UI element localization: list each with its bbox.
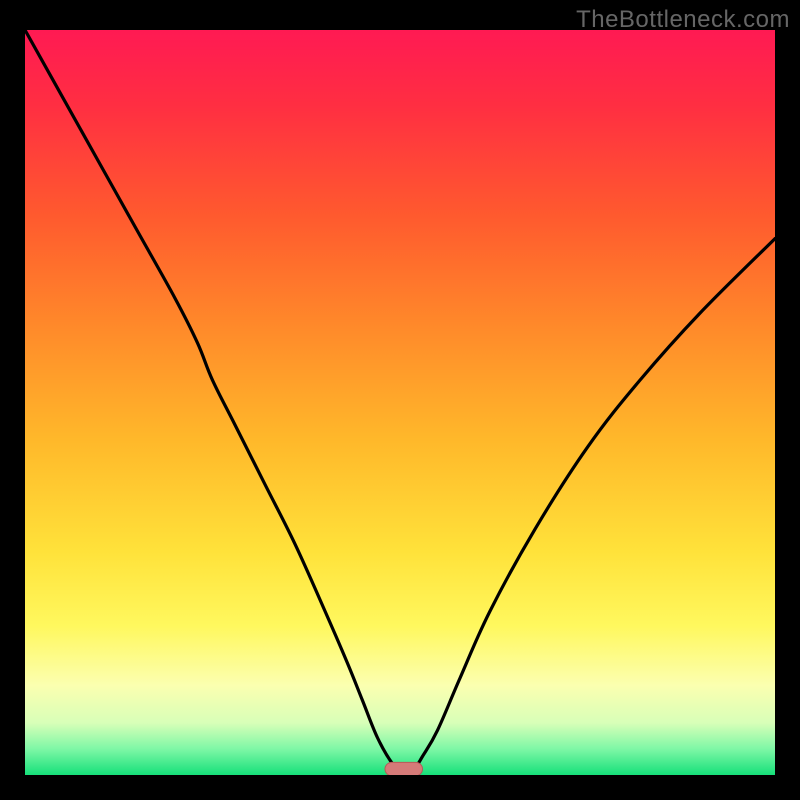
bottleneck-chart xyxy=(25,30,775,775)
optimal-marker xyxy=(385,762,423,775)
gradient-background xyxy=(25,30,775,775)
plot-area xyxy=(25,30,775,775)
chart-frame: TheBottleneck.com xyxy=(0,0,800,800)
